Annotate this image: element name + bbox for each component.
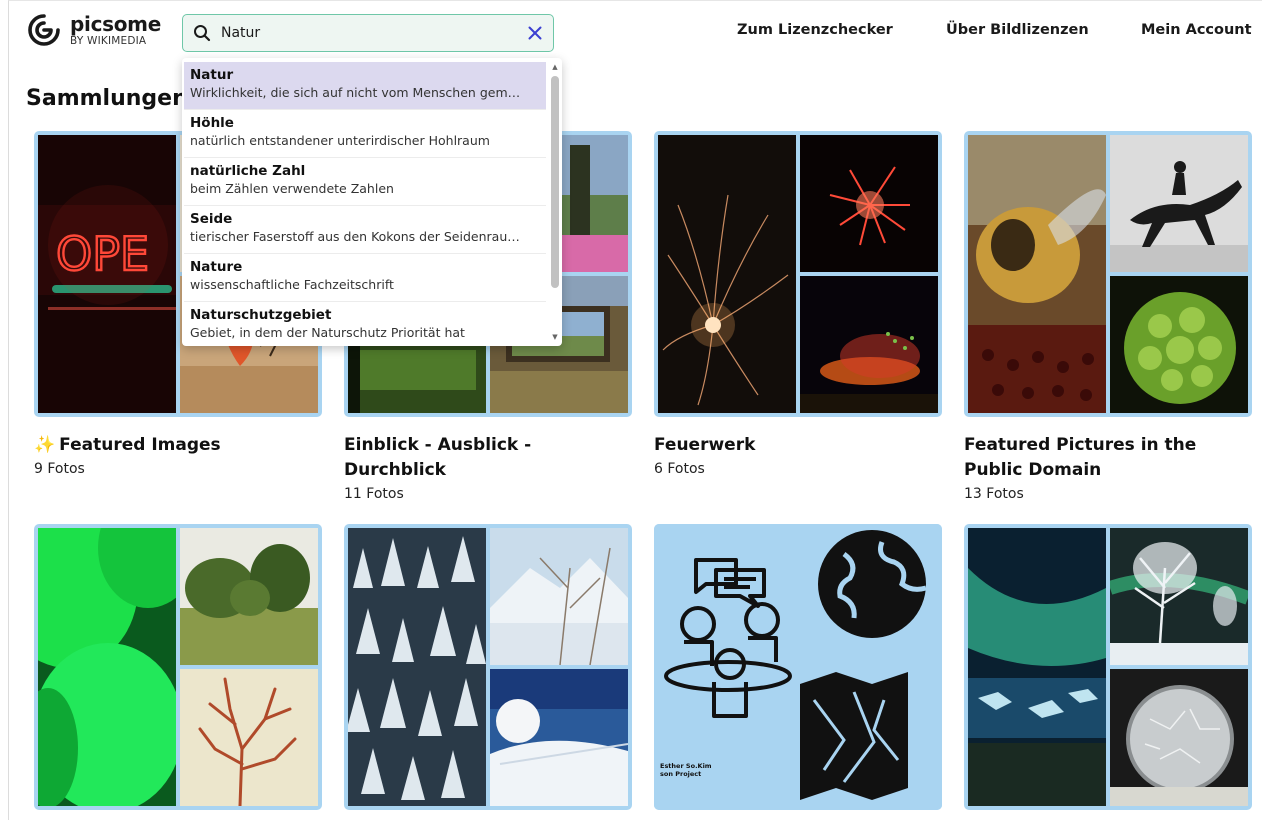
thumbnail <box>1110 276 1248 413</box>
thumbnail <box>658 135 796 413</box>
collection-mosaic <box>654 131 942 417</box>
thumbnail <box>1110 135 1248 272</box>
thumbnail <box>490 528 628 665</box>
suggestion-item[interactable]: Naturschutzgebiet Gebiet, in dem der Nat… <box>184 302 546 346</box>
thumbnail <box>968 135 1106 413</box>
thumbnail <box>180 528 318 665</box>
thumbnail <box>1110 669 1248 806</box>
collection-card[interactable]: Feuerwerk 6 Fotos <box>654 131 942 480</box>
collection-title: ✨ Featured Images <box>34 435 221 455</box>
collection-title: Featured Pictures in the Public Domain <box>964 435 1197 480</box>
scroll-up-icon[interactable]: ▲ <box>550 62 560 72</box>
collection-card[interactable] <box>964 524 1252 820</box>
search-suggestions: Natur Wirklichkeit, die sich auf nicht v… <box>182 58 562 346</box>
thumbnail <box>968 528 1106 806</box>
suggestion-title: Nature <box>190 259 243 275</box>
collection-card[interactable] <box>344 524 632 820</box>
thumbnail <box>800 135 938 272</box>
picsome-logo-icon <box>28 14 60 46</box>
thumbnail <box>800 276 938 413</box>
collection-mosaic <box>344 524 632 810</box>
collection-title: Feuerwerk <box>654 435 756 455</box>
thumbnail <box>348 528 486 806</box>
suggestion-description: tierischer Faserstoff aus den Kokons der… <box>190 229 520 244</box>
suggestion-description: Gebiet, in dem der Naturschutz Priorität… <box>190 325 465 340</box>
suggestion-description: wissenschaftliche Fachzeitschrift <box>190 277 394 292</box>
nav-my-account[interactable]: Mein Account <box>1141 22 1252 38</box>
suggestion-item[interactable]: Nature wissenschaftliche Fachzeitschrift <box>184 254 546 302</box>
suggestion-list: Natur Wirklichkeit, die sich auf nicht v… <box>182 58 548 346</box>
collection-mosaic <box>964 524 1252 810</box>
sparkles-icon: ✨ <box>34 435 56 455</box>
suggestion-description: Wirklichkeit, die sich auf nicht vom Men… <box>190 85 521 100</box>
suggestion-item[interactable]: Höhle natürlich entstandener unterirdisc… <box>184 110 546 158</box>
suggestion-description: natürlich entstandener unterirdischer Ho… <box>190 133 490 148</box>
collection-card[interactable]: Featured Pictures in the Public Domain 1… <box>964 131 1252 505</box>
collection-count: 11 Fotos <box>344 486 404 502</box>
collection-count: 6 Fotos <box>654 461 705 477</box>
svg-text:son Project: son Project <box>660 770 701 778</box>
brand-name: picsome <box>70 11 161 36</box>
search-box <box>182 14 554 52</box>
scroll-down-icon[interactable]: ▼ <box>550 332 560 342</box>
close-icon[interactable] <box>527 25 543 41</box>
collection-mosaic <box>964 131 1252 417</box>
scrollbar-thumb[interactable] <box>551 76 559 288</box>
suggestion-title: Seide <box>190 211 233 227</box>
suggestion-item[interactable]: Natur Wirklichkeit, die sich auf nicht v… <box>184 62 546 110</box>
collection-count: 9 Fotos <box>34 461 85 477</box>
thumbnail: Esther So.Kim son Project <box>654 524 942 810</box>
nav-about-licenses[interactable]: Über Bildlizenzen <box>946 22 1089 38</box>
thumbnail <box>180 669 318 806</box>
brand-subtitle: BY WIKIMEDIA <box>70 34 147 47</box>
collection-mosaic <box>34 524 322 810</box>
suggestion-title: Natur <box>190 67 234 83</box>
dropdown-scrollbar[interactable]: ▲ ▼ <box>550 62 560 342</box>
collection-title: Einblick - Ausblick - Durchblick <box>344 435 532 480</box>
logo[interactable]: picsome BY WIKIMEDIA <box>26 12 161 48</box>
thumbnail-credit: Esther So.Kim <box>660 762 712 770</box>
suggestion-title: Naturschutzgebiet <box>190 307 332 323</box>
thumbnail <box>490 669 628 806</box>
suggestion-description: beim Zählen verwendete Zahlen <box>190 181 394 196</box>
thumbnail: OPE <box>38 135 176 413</box>
suggestion-item[interactable]: Seide tierischer Faserstoff aus den Koko… <box>184 206 546 254</box>
collection-card[interactable]: Esther So.Kim son Project <box>654 524 942 820</box>
thumbnail <box>38 528 176 806</box>
suggestion-title: Höhle <box>190 115 234 131</box>
thumbnail <box>1110 528 1248 665</box>
page-title: Sammlungen <box>26 86 188 111</box>
collection-count: 13 Fotos <box>964 486 1024 502</box>
nav-license-checker[interactable]: Zum Lizenzchecker <box>737 22 893 38</box>
search-icon <box>194 25 211 42</box>
suggestion-title: natürliche Zahl <box>190 163 306 179</box>
search-input[interactable] <box>211 15 527 51</box>
suggestion-item[interactable]: natürliche Zahl beim Zählen verwendete Z… <box>184 158 546 206</box>
collection-mosaic: Esther So.Kim son Project <box>654 524 942 810</box>
collection-card[interactable] <box>34 524 322 820</box>
